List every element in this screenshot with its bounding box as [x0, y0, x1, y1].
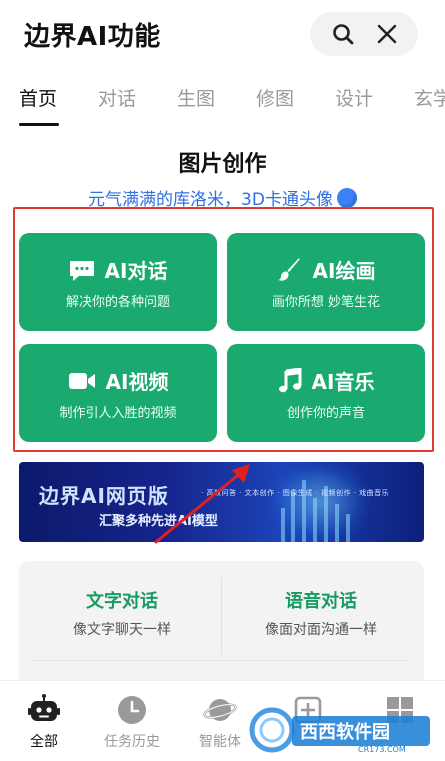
music-icon	[278, 367, 302, 392]
annotation-arrow-icon	[154, 464, 250, 544]
skyline-bar	[335, 504, 339, 542]
feature-card-ai-music[interactable]: AI音乐 创作你的声音	[227, 344, 425, 442]
feature-card-ai-chat[interactable]: AI对话 解决你的各种问题	[19, 233, 217, 331]
video-icon	[68, 372, 95, 389]
feature-card-header: AI视频	[19, 366, 217, 395]
feature-desc: 解决你的各种问题	[65, 295, 170, 310]
site-watermark-logo: 西西软件园 CR173.COM	[249, 707, 430, 754]
tab-design[interactable]: 设计	[335, 84, 373, 111]
divider	[33, 660, 410, 661]
tab-home[interactable]: 首页	[19, 84, 57, 111]
nav-label: 任务历史	[104, 734, 160, 750]
search-icon	[333, 24, 354, 45]
nav-task-history[interactable]: 任务历史	[92, 693, 172, 751]
skyline-bar	[281, 508, 285, 542]
voice-chat-option[interactable]: 语音对话 像面对面沟通一样	[221, 587, 421, 639]
nav-label: 全部	[30, 734, 58, 750]
clock-icon	[118, 696, 146, 724]
section-title: 图片创作	[178, 152, 267, 177]
close-button[interactable]	[360, 12, 414, 56]
brush-icon	[278, 258, 300, 281]
close-icon	[377, 24, 397, 44]
category-tabs: 首页 对话 生图 修图 设计 玄学	[0, 76, 445, 126]
svg-text:西西软件园: 西西软件园	[300, 721, 390, 743]
skyline-bar	[291, 492, 295, 542]
option-title: 文字对话	[86, 591, 158, 612]
nav-all[interactable]: 全部	[4, 693, 84, 751]
kuromi-avatar-icon	[336, 188, 357, 208]
skyline-bar	[313, 498, 317, 542]
option-title: 语音对话	[285, 591, 357, 612]
feature-desc: 创作你的声音	[286, 406, 365, 421]
app-title: 边界AI功能	[24, 22, 161, 52]
feature-title: AI视频	[105, 370, 169, 394]
feature-title: AI对话	[104, 259, 168, 283]
tab-active-indicator	[19, 123, 59, 126]
tab-image-edit[interactable]: 修图	[256, 84, 294, 111]
feature-card-header: AI绘画	[227, 255, 425, 284]
nav-label: 智能体	[199, 734, 241, 750]
dialog-options-panel: 文字对话 像文字聊天一样 语音对话 像面对面沟通一样	[19, 561, 424, 691]
option-desc: 像面对面沟通一样	[265, 622, 377, 638]
tab-image-gen[interactable]: 生图	[177, 84, 215, 111]
tab-chat[interactable]: 对话	[98, 84, 136, 111]
capsule-menu	[310, 12, 418, 56]
planet-icon	[203, 699, 237, 721]
svg-text:CR173.COM: CR173.COM	[358, 745, 406, 754]
text-chat-option[interactable]: 文字对话 像文字聊天一样	[22, 587, 222, 639]
skyline-bar	[346, 514, 350, 542]
feature-card-header: AI对话	[19, 255, 217, 284]
feature-card-ai-painting[interactable]: AI绘画 画你所想 妙笔生花	[227, 233, 425, 331]
feature-desc: 画你所想 妙笔生花	[271, 295, 381, 310]
feature-title: AI音乐	[311, 370, 375, 394]
feature-card-ai-video[interactable]: AI视频 制作引人入胜的视频	[19, 344, 217, 442]
header: 边界AI功能	[0, 0, 445, 70]
robot-icon	[28, 694, 60, 721]
tab-metaphysics[interactable]: 玄学	[414, 84, 445, 111]
feature-desc: 制作引人入胜的视频	[59, 406, 177, 421]
feature-card-header: AI音乐	[227, 366, 425, 395]
option-desc: 像文字聊天一样	[73, 622, 171, 638]
feature-title: AI绘画	[312, 259, 376, 283]
chat-icon	[69, 260, 94, 281]
